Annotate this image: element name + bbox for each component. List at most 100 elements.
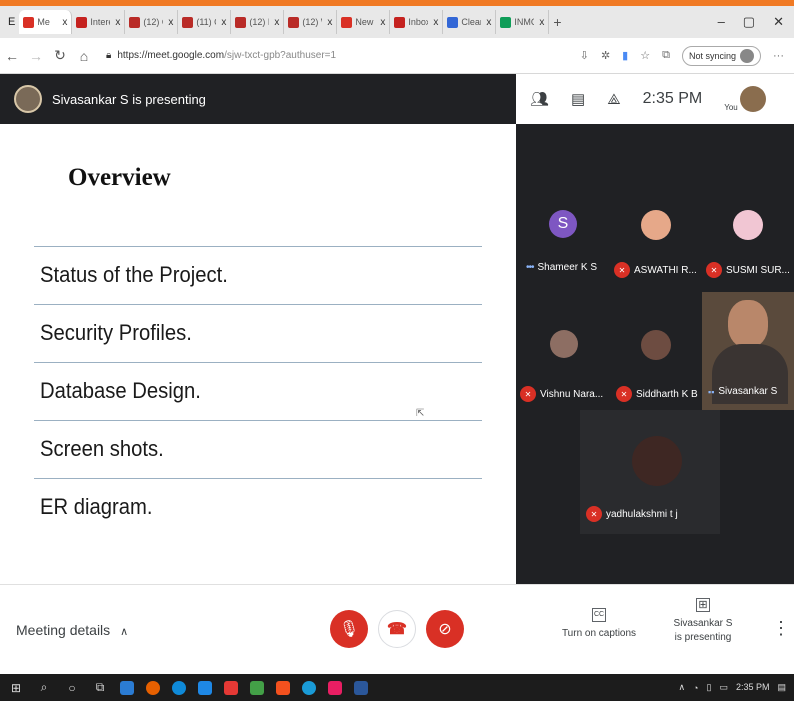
camera-toggle-button[interactable]: ⊘ [426,610,464,648]
tab-favicon-icon [341,16,353,28]
tray-chevron-icon[interactable]: ∧ [678,682,685,693]
taskbar-time: 2:35 PM [735,681,770,692]
app-green-icon[interactable] [250,680,264,695]
tab-label: Cleanc [461,17,481,27]
mic-toggle-button[interactable]: 🎙︎ [330,610,368,648]
mouse-cursor-icon: ⇱ [416,408,425,419]
forward-icon[interactable]: → [24,48,48,64]
more-menu-icon[interactable]: ··· [773,50,784,62]
tab-close-icon[interactable]: x [115,17,120,28]
paint-icon[interactable] [328,680,342,695]
chat-icon[interactable]: ▤ [571,90,585,108]
profile-sync-button[interactable]: Not syncing [681,45,761,66]
home-icon[interactable]: ⌂ [72,48,96,64]
chevron-up-icon: ∧ [120,626,129,638]
tab-favicon-icon [394,16,406,28]
browser-tab[interactable]: (12) Wi x [284,10,338,34]
app-orange-icon[interactable] [276,680,290,695]
start-icon[interactable]: ⊞ [8,681,24,695]
participant-name-tag: ✕ Siddharth K B [616,386,698,402]
participant-name: Siddharth K B [636,388,698,400]
tab-action-icon[interactable]: ✲ [601,49,610,62]
network-icon[interactable]: ◔ [693,683,698,693]
leave-call-button[interactable]: ☎︎ [378,610,416,648]
extension-icon[interactable]: ▮ [622,49,628,62]
tab-close-icon[interactable]: x [486,17,491,28]
edge-icon[interactable] [302,680,316,695]
tab-close-icon[interactable]: x [274,17,279,28]
self-avatar[interactable] [739,86,766,112]
close-window-button[interactable]: ✕ [773,14,784,30]
activities-icon[interactable]: ⟁ [607,91,620,108]
browser-tab[interactable]: Interes x [72,10,126,34]
tab-close-icon[interactable]: x [62,17,67,28]
mic-muted-icon: ✕ [586,506,602,522]
back-icon[interactable]: ← [0,48,24,64]
meeting-details-button[interactable]: Meeting details ∧ [16,622,128,638]
browser-tab[interactable]: (12) Qu x [125,10,179,34]
captions-button[interactable]: CC Turn on captions [556,608,642,639]
word-icon[interactable] [354,680,368,695]
tab-close-icon[interactable]: x [433,17,438,28]
browser-tab[interactable]: Me x [19,10,73,34]
tab-close-icon[interactable]: x [168,17,173,28]
collections-icon[interactable]: ⧉ [662,49,670,62]
tab-close-icon[interactable]: x [221,17,226,28]
keyboard-icon[interactable]: ▭ [719,682,728,693]
app-blue-icon[interactable] [198,680,212,695]
cortana-icon[interactable]: ○ [64,681,80,695]
tab-favicon-icon [182,16,194,28]
browser-tab[interactable]: (12) Mei x [231,10,285,34]
search-icon[interactable]: ⌕ [36,680,52,695]
address-bar-row: ← → ↻ ⌂ 🔒︎ https://meet.google.com/sjw-t… [0,38,794,74]
participant-avatar [733,210,763,240]
participant-video-face [728,300,768,348]
mic-muted-icon: ✕ [616,386,632,402]
url-field[interactable]: 🔒︎ https://meet.google.com/sjw-txct-gpb?… [106,50,336,61]
tab-close-icon[interactable]: x [327,17,332,28]
windows-taskbar: ⊞ ⌕ ○ ⧉ ∧ ◔ ▯ ▭ 2:35 PM ▤ [0,674,794,701]
camera-permission-icon[interactable]: ⇩ [580,49,589,62]
reload-icon[interactable]: ↻ [48,47,72,64]
favorites-icon[interactable]: ☆ [640,49,650,62]
hang-up-icon: ☎︎ [387,621,407,638]
firefox-icon[interactable] [146,680,160,695]
tab-bar: E MexInteresx(12) Qux(11) Qux(12) Meix(1… [0,6,794,38]
tab-close-icon[interactable]: x [539,17,544,28]
slide-bullet-item: Screen shots. [40,436,164,461]
task-view-icon[interactable]: ⧉ [92,680,108,695]
profile-avatar [740,48,754,63]
speaking-indicator-icon: ••• [526,262,534,273]
presenting-status-button[interactable]: ⊞ Sivasankar S is presenting [662,598,744,643]
edge-legacy-icon[interactable] [172,680,186,695]
tab-label: (11) Qu [196,17,216,27]
browser-tab[interactable]: Cleancx [443,10,497,34]
browser-tab[interactable]: Inbox ( x [390,10,444,34]
tab-close-icon[interactable]: x [380,17,385,28]
participant-avatar [641,210,671,240]
notifications-icon[interactable]: ▤ [777,682,786,693]
slide-divider [34,246,482,247]
captions-icon: CC [592,608,606,622]
file-explorer-icon[interactable] [120,680,134,695]
meeting-details-label: Meeting details [16,622,111,638]
battery-icon[interactable]: ▯ [706,682,711,693]
tab-favicon-icon [235,16,247,28]
browser-tab[interactable]: (11) Qu x [178,10,232,34]
app-red-icon[interactable] [224,680,238,695]
minimize-button[interactable]: – [718,14,725,30]
slide-bullet-item: Database Design. [40,378,201,403]
browser-menu-icon[interactable]: E [4,10,19,34]
people-icon[interactable]: 👥︎ [530,90,549,108]
tab-label: Inbox ( [408,17,429,27]
browser-tab[interactable]: INMCA x [496,10,550,34]
slide-bullet-item: Security Profiles. [40,320,192,345]
new-tab-button[interactable]: + [549,10,565,34]
tab-favicon-icon [76,16,88,28]
present-screen-icon: ⊞ [696,598,710,612]
more-options-icon[interactable]: ⋮ [772,618,790,639]
participant-name-tag: ✕ Vishnu Nara... [520,386,603,402]
maximize-button[interactable]: ▢ [743,14,755,30]
taskbar-clock[interactable]: 2:35 PM [735,681,770,693]
browser-tab[interactable]: New do x [337,10,391,34]
